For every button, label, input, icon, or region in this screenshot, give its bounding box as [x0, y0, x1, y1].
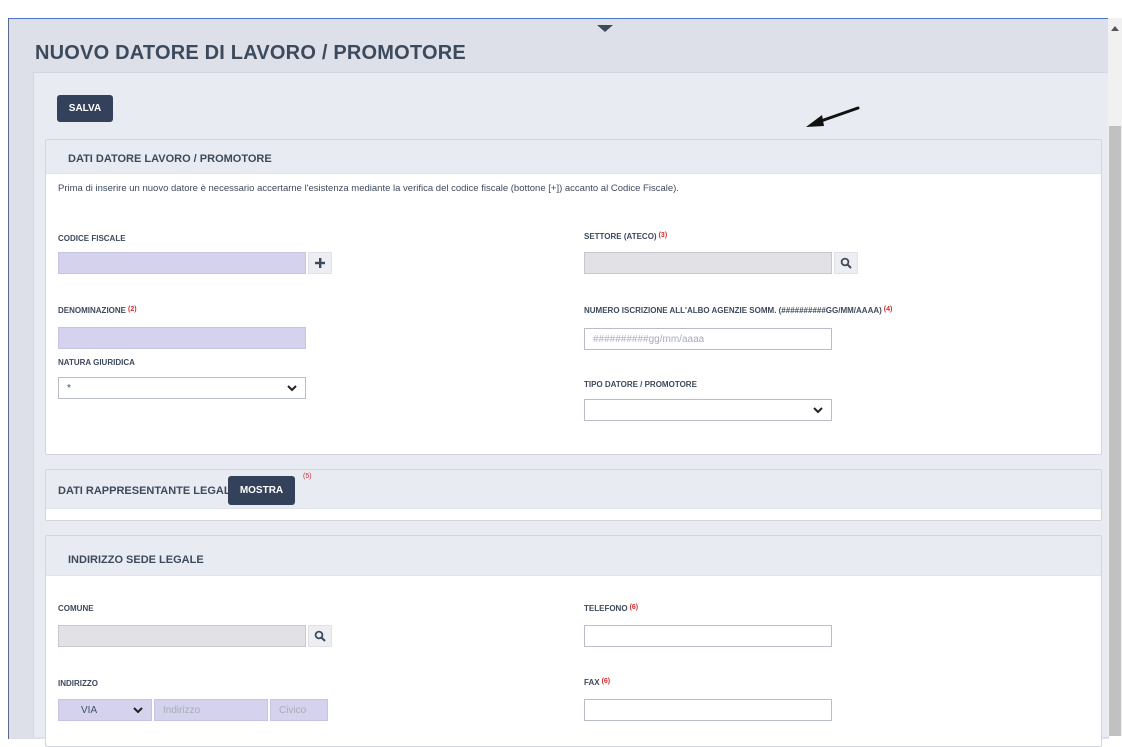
- natura-giuridica-selected: *: [67, 382, 71, 394]
- employer-intro-text: Prima di inserire un nuovo datore è nece…: [58, 183, 679, 194]
- telefono-note: (6): [629, 604, 639, 611]
- denominazione-label-text: DENOMINAZIONE: [58, 306, 126, 315]
- address-type-select[interactable]: VIA: [58, 699, 152, 721]
- comune-label: COMUNE: [58, 604, 94, 613]
- vertical-scrollbar[interactable]: [1108, 18, 1122, 736]
- civic-number-input[interactable]: [270, 699, 328, 721]
- address-type-selected: VIA: [81, 704, 98, 716]
- telefono-label-text: TELEFONO: [584, 604, 628, 613]
- telefono-label: TELEFONO (6): [584, 604, 638, 613]
- save-button[interactable]: SALVA: [57, 95, 113, 122]
- numero-iscrizione-input[interactable]: [584, 328, 832, 350]
- employer-panel-header: DATI DATORE LAVORO / PROMOTORE: [46, 140, 1101, 174]
- codice-fiscale-label: CODICE FISCALE: [58, 234, 126, 243]
- legal-rep-section-title: DATI RAPPRESENTANTE LEGALE: [58, 485, 238, 497]
- page-title: NUOVO DATORE DI LAVORO / PROMOTORE: [35, 42, 466, 64]
- telefono-input[interactable]: [584, 625, 832, 647]
- numero-iscrizione-note: (4): [883, 306, 893, 313]
- numero-iscrizione-label: NUMERO ISCRIZIONE ALL'ALBO AGENZIE SOMM.…: [584, 306, 892, 315]
- magnifier-icon: [840, 257, 852, 269]
- denominazione-note: (2): [128, 306, 137, 313]
- magnifier-icon: [314, 630, 326, 642]
- address-section-title: INDIRIZZO SEDE LEGALE: [68, 554, 204, 566]
- legal-rep-note: (5): [303, 473, 312, 480]
- codice-fiscale-input[interactable]: [58, 252, 306, 274]
- address-panel-header: INDIRIZZO SEDE LEGALE: [46, 536, 1101, 576]
- tipo-datore-select[interactable]: [584, 399, 832, 421]
- chevron-down-icon: [813, 406, 823, 413]
- top-notch-indicator: [597, 25, 613, 32]
- legal-rep-panel-header: DATI RAPPRESENTANTE LEGALE MOSTRA (5): [46, 470, 1101, 509]
- natura-giuridica-select[interactable]: *: [58, 377, 306, 399]
- fax-note: (6): [601, 678, 611, 685]
- denominazione-label: DENOMINAZIONE (2): [58, 306, 137, 315]
- numero-iscrizione-label-text: NUMERO ISCRIZIONE ALL'ALBO AGENZIE SOMM.…: [584, 306, 882, 315]
- legal-rep-panel: DATI RAPPRESENTANTE LEGALE MOSTRA (5): [45, 469, 1102, 521]
- settore-note: (3): [658, 232, 668, 239]
- arrow-annotation-icon: [806, 106, 860, 127]
- settore-label-text: SETTORE (ATECO): [584, 232, 657, 241]
- fax-label: FAX (6): [584, 678, 610, 687]
- fax-input[interactable]: [584, 699, 832, 721]
- scroll-up-arrow-icon[interactable]: [1111, 26, 1119, 31]
- employer-section-title: DATI DATORE LAVORO / PROMOTORE: [68, 153, 272, 165]
- scrollbar-thumb[interactable]: [1109, 126, 1121, 736]
- comune-search-button[interactable]: [308, 625, 332, 647]
- settore-search-button[interactable]: [834, 252, 858, 274]
- indirizzo-label: INDIRIZZO: [58, 679, 98, 688]
- employer-panel: DATI DATORE LAVORO / PROMOTORE Prima di …: [45, 139, 1102, 455]
- natura-giuridica-label: NATURA GIURIDICA: [58, 358, 135, 367]
- chevron-down-icon: [133, 706, 143, 713]
- comune-input[interactable]: [58, 625, 306, 647]
- show-legal-rep-button[interactable]: MOSTRA: [228, 476, 295, 505]
- tipo-datore-label: TIPO DATORE / PROMOTORE: [584, 380, 697, 389]
- settore-input[interactable]: [584, 252, 832, 274]
- add-codice-fiscale-button[interactable]: [308, 252, 332, 274]
- settore-label: SETTORE (ATECO) (3): [584, 232, 667, 241]
- chevron-down-icon: [287, 384, 297, 391]
- address-input[interactable]: [154, 699, 268, 721]
- denominazione-input[interactable]: [58, 327, 306, 349]
- address-panel: INDIRIZZO SEDE LEGALE COMUNE TELEFONO (6)…: [45, 535, 1102, 747]
- fax-label-text: FAX: [584, 678, 600, 687]
- plus-icon: [315, 258, 325, 268]
